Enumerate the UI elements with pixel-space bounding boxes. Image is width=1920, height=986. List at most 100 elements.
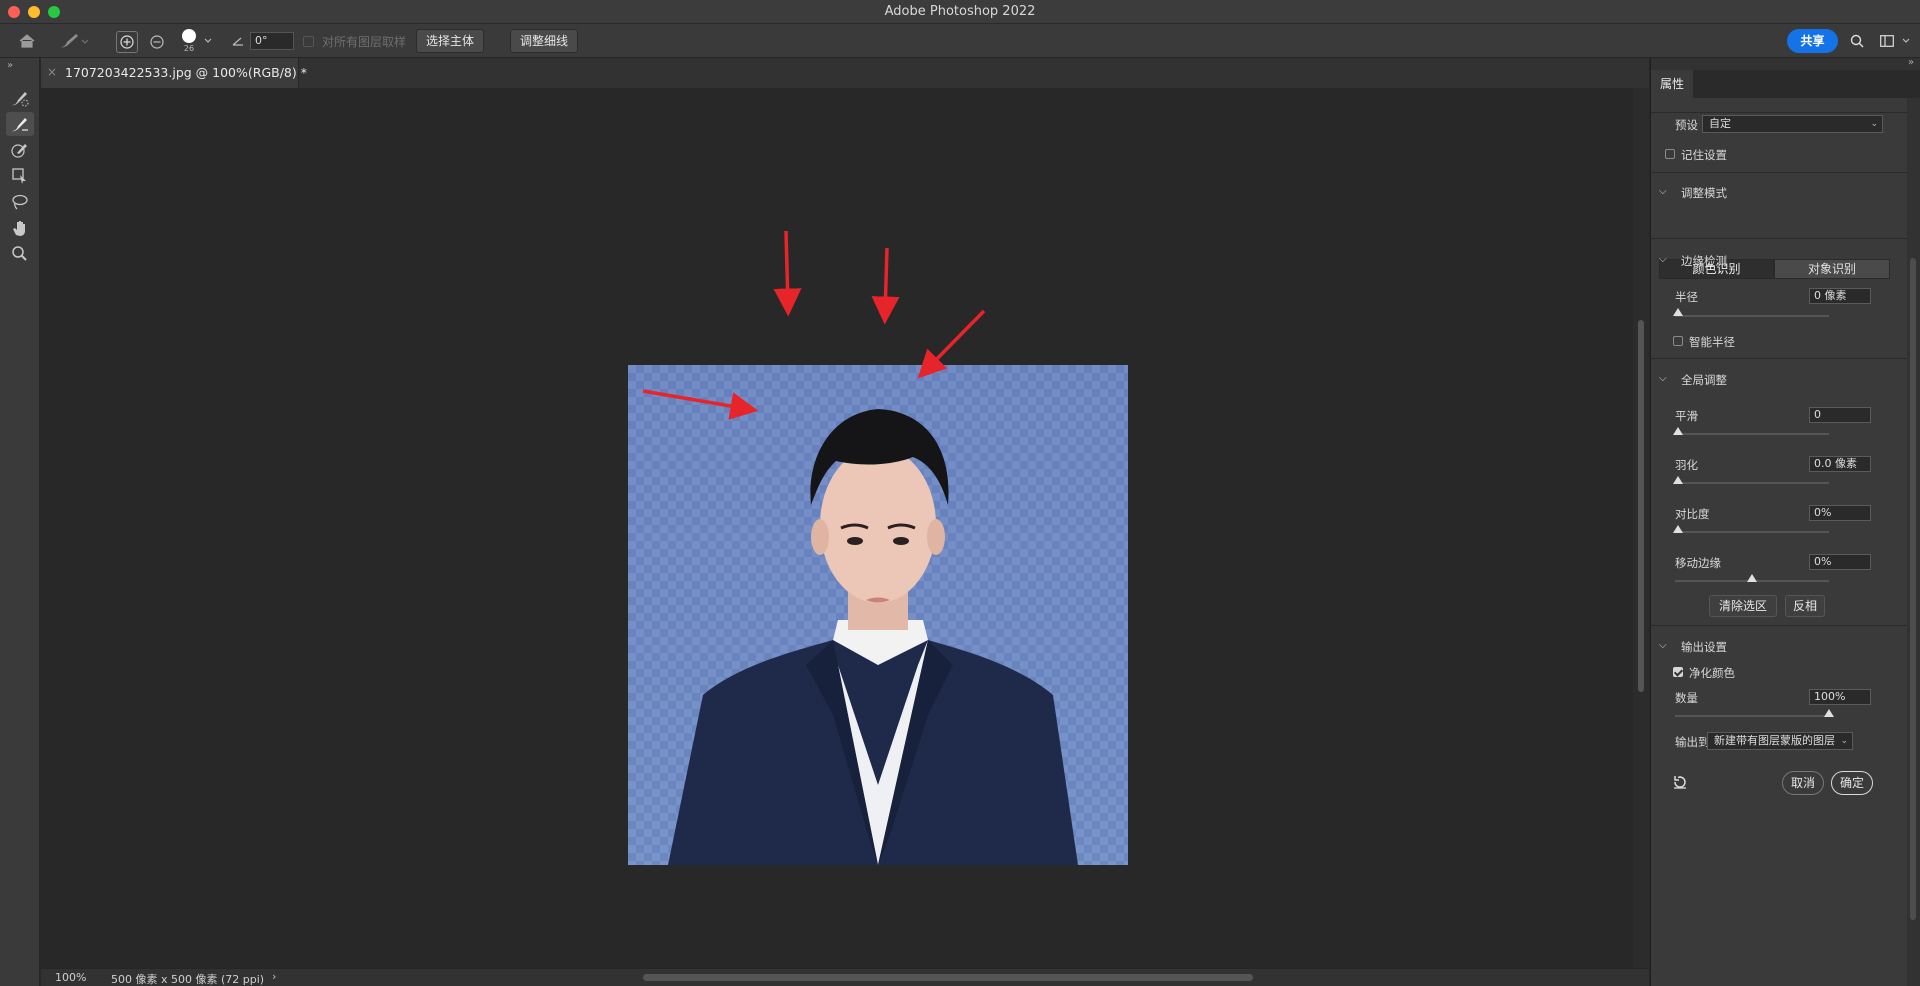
output-to-label: 输出到 [1675, 735, 1710, 749]
vertical-scroll-thumb[interactable] [1638, 320, 1644, 692]
smooth-slider[interactable] [1675, 433, 1829, 435]
document-info: 500 像素 x 500 像素 (72 ppi) [111, 973, 265, 986]
global-section-title[interactable]: 全局调整 [1681, 372, 1727, 388]
close-tab-icon[interactable]: × [47, 65, 57, 79]
search-icon[interactable] [1848, 32, 1866, 50]
panel-scroll-thumb[interactable] [1910, 258, 1916, 920]
remember-settings-label: 记住设置 [1681, 148, 1727, 162]
horizontal-scroll-thumb[interactable] [643, 974, 1253, 981]
output-to-select[interactable]: 新建带有图层蒙版的图层 ⌄ [1707, 732, 1853, 750]
properties-panel: » 属性 预设 自定 ⌄ 记住设置 ⌵ 调整模式 颜色识别 对象识别 ⌵ 边缘检测… [1650, 57, 1920, 986]
decontaminate-colors-checkbox[interactable] [1673, 667, 1683, 677]
smart-radius-checkbox[interactable] [1673, 336, 1683, 346]
angle-icon [230, 32, 246, 50]
tab-properties[interactable]: 属性 [1651, 70, 1693, 98]
tools-panel: » [0, 58, 40, 986]
smart-radius-label: 智能半径 [1689, 335, 1735, 349]
preset-value: 自定 [1709, 117, 1731, 130]
preset-select[interactable]: 自定 ⌄ [1702, 115, 1883, 133]
contrast-label: 对比度 [1675, 507, 1710, 521]
document-tab-bar: × 1707203422533.jpg @ 100%(RGB/8) * [41, 58, 1649, 88]
select-subject-button[interactable]: 选择主体 [416, 29, 485, 53]
expand-panel-icon[interactable]: » [4, 60, 16, 71]
refine-settings: 预设 自定 ⌄ 记住设置 ⌵ 调整模式 颜色识别 对象识别 ⌵ 边缘检测 半径 0… [1651, 98, 1907, 986]
chevron-down-icon[interactable]: ⌵ [1659, 186, 1667, 197]
annotation-arrow [642, 389, 759, 420]
ok-button[interactable]: 确定 [1831, 771, 1873, 795]
hand-tool-icon[interactable] [6, 216, 34, 240]
chevron-down-icon[interactable] [202, 34, 214, 48]
object-selection-tool-icon[interactable] [6, 164, 34, 188]
radius-slider[interactable] [1675, 315, 1829, 317]
shift-edge-input[interactable]: 0% [1809, 554, 1871, 570]
annotation-arrow [773, 230, 802, 317]
amount-slider-thumb[interactable] [1824, 709, 1834, 717]
collapse-panel-icon[interactable]: » [1905, 57, 1917, 68]
brush-tool-icon[interactable] [6, 138, 34, 162]
clear-selection-button[interactable]: 清除选区 [1709, 595, 1777, 617]
annotation-arrow [871, 247, 900, 325]
preset-label: 预设 [1675, 118, 1698, 132]
amount-label: 数量 [1675, 691, 1698, 705]
workspace-icon[interactable] [1878, 32, 1896, 50]
zoom-tool-icon[interactable] [6, 242, 34, 266]
window-title: Adobe Photoshop 2022 [884, 4, 1036, 19]
zoom-level[interactable]: 100% [55, 971, 86, 984]
share-button[interactable]: 共享 [1787, 29, 1838, 53]
shift-edge-label: 移动边缘 [1675, 556, 1721, 570]
document-tab[interactable]: × 1707203422533.jpg @ 100%(RGB/8) * [41, 58, 307, 88]
brush-size-value: 26 [183, 44, 195, 53]
subtract-from-selection-icon[interactable] [146, 31, 168, 53]
sample-all-layers-checkbox[interactable] [303, 36, 314, 47]
chevron-down-icon[interactable]: ⌵ [1659, 640, 1667, 651]
radius-input[interactable]: 0 像素 [1809, 288, 1871, 304]
feather-input[interactable]: 0.0 像素 [1809, 456, 1871, 472]
home-icon[interactable] [14, 29, 40, 53]
object-aware-mode-button[interactable]: 对象识别 [1774, 259, 1890, 279]
annotation-arrow [917, 309, 986, 379]
reset-icon[interactable] [1671, 773, 1689, 791]
output-section-title[interactable]: 输出设置 [1681, 639, 1727, 655]
document-tab-title: 1707203422533.jpg @ 100%(RGB/8) * [65, 65, 307, 80]
quick-selection-tool-icon[interactable] [6, 86, 34, 110]
output-to-value: 新建带有图层蒙版的图层 [1714, 734, 1835, 747]
shift-edge-slider-thumb[interactable] [1747, 574, 1757, 582]
document-canvas[interactable] [41, 88, 1633, 968]
smooth-label: 平滑 [1675, 409, 1698, 423]
options-bar: 26 0° 对所有图层取样 选择主体 调整细线 共享 [0, 24, 1920, 58]
angle-input[interactable]: 0° [250, 32, 294, 50]
radius-slider-thumb[interactable] [1673, 308, 1683, 316]
remember-settings-checkbox[interactable] [1665, 149, 1675, 159]
invert-button[interactable]: 反相 [1785, 595, 1825, 617]
chevron-down-icon[interactable]: ⌵ [1659, 254, 1667, 265]
cancel-button[interactable]: 取消 [1782, 771, 1824, 795]
feather-slider[interactable] [1675, 482, 1829, 484]
amount-slider[interactable] [1675, 715, 1829, 717]
feather-label: 羽化 [1675, 458, 1698, 472]
decontaminate-colors-label: 净化颜色 [1689, 666, 1735, 680]
refine-edge-brush-tool-icon[interactable] [6, 112, 34, 136]
feather-slider-thumb[interactable] [1673, 476, 1683, 484]
edge-section-title[interactable]: 边缘检测 [1681, 253, 1727, 269]
chevron-down-icon: ⌄ [1840, 736, 1848, 746]
contrast-slider[interactable] [1675, 531, 1829, 533]
annotation-arrows [642, 230, 986, 420]
status-menu-arrow[interactable]: › [272, 970, 276, 983]
chevron-down-icon[interactable]: ⌵ [1659, 373, 1667, 384]
amount-input[interactable]: 100% [1809, 689, 1871, 705]
smooth-slider-thumb[interactable] [1673, 427, 1683, 435]
contrast-input[interactable]: 0% [1809, 505, 1871, 521]
mode-section-title[interactable]: 调整模式 [1681, 185, 1727, 201]
refine-hair-button[interactable]: 调整细线 [510, 29, 579, 53]
workspace-chevron-icon[interactable] [1900, 34, 1912, 48]
smooth-input[interactable]: 0 [1809, 407, 1871, 423]
add-to-selection-icon[interactable] [116, 31, 138, 53]
brush-size-picker[interactable]: 26 [178, 27, 200, 55]
sample-all-layers-label: 对所有图层取样 [322, 35, 407, 49]
panel-tab-bar: 属性 [1651, 70, 1920, 98]
status-bar: 100% 500 像素 x 500 像素 (72 ppi) › [41, 968, 1649, 986]
contrast-slider-thumb[interactable] [1673, 525, 1683, 533]
lasso-tool-icon[interactable] [6, 190, 34, 214]
brush-preset-icon[interactable] [55, 29, 91, 53]
brush-tip-icon [182, 29, 196, 43]
